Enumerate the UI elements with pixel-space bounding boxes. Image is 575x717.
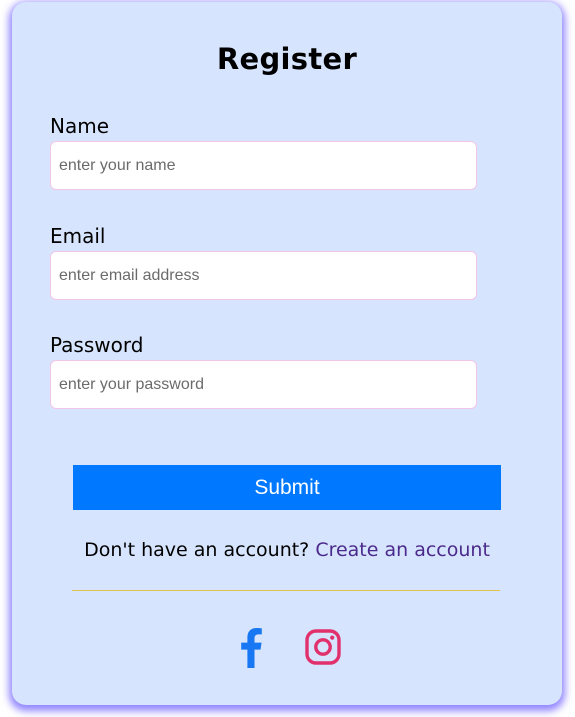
signup-prompt: Don't have an account? Create an account [12, 539, 562, 561]
divider [72, 590, 500, 591]
register-card: Register Name Email Password Submit Don'… [12, 2, 562, 705]
facebook-icon[interactable] [231, 626, 271, 668]
submit-button[interactable]: Submit [73, 465, 501, 510]
instagram-icon[interactable] [303, 626, 343, 668]
password-input[interactable] [50, 360, 477, 409]
create-account-link[interactable]: Create an account [315, 539, 490, 561]
email-input[interactable] [50, 251, 477, 300]
facebook-icon-glyph [241, 628, 262, 668]
password-label: Password [50, 333, 144, 357]
instagram-icon-glyph [305, 629, 341, 665]
email-label: Email [50, 224, 106, 248]
name-input[interactable] [50, 141, 477, 190]
name-label: Name [50, 114, 110, 138]
signup-prompt-text: Don't have an account? [84, 539, 310, 561]
page-title: Register [216, 42, 358, 76]
